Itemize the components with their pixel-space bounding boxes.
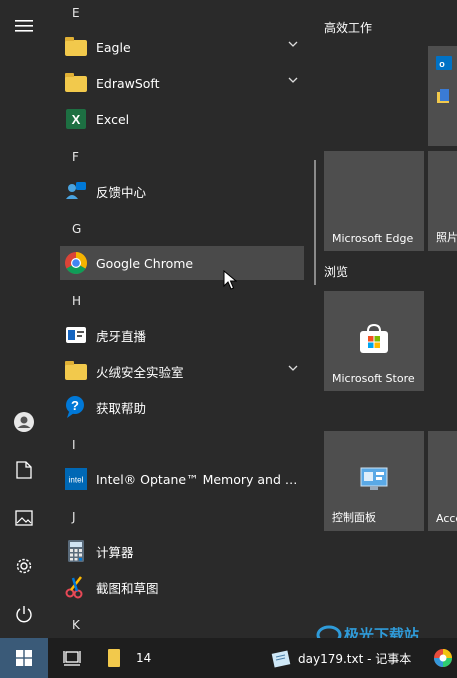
app-list: E Eagle EdrawSoft X Excel F 反馈中心 G Googl… [56,0,312,638]
svg-text:intel: intel [69,476,84,485]
windows-logo-icon [16,650,32,666]
app-item-label: 反馈中心 [96,184,147,200]
app-item-google-chrome[interactable]: Google Chrome [60,246,304,280]
tile-label: Acce [436,512,457,525]
app-item-label: 虎牙直播 [96,328,147,344]
documents-button[interactable] [8,454,40,486]
expand-menu-button[interactable] [8,10,40,42]
app-item-edrawsoft[interactable]: EdrawSoft [60,66,304,100]
taskbar: 14 day179.txt - 记事本 [0,638,457,678]
tile-office-apps[interactable]: o [428,46,457,146]
chevron-down-icon[interactable] [288,40,298,48]
app-item-label: Google Chrome [96,255,194,271]
app-item-label: 火绒安全实验室 [96,364,184,380]
gear-icon [16,558,32,574]
app-item-label: Eagle [96,39,131,55]
store-icon [360,323,388,353]
section-header-i[interactable]: I [72,438,76,452]
taskbar-notepad-button[interactable]: day179.txt - 记事本 [270,638,420,678]
app-item-eagle[interactable]: Eagle [60,30,304,64]
taskbar-folder-button[interactable]: 14 [108,638,156,678]
start-menu: E Eagle EdrawSoft X Excel F 反馈中心 G Googl… [0,0,457,638]
app-item-get-help[interactable]: ? 获取帮助 [60,390,304,424]
taskbar-colorful-app-button[interactable] [428,638,457,678]
account-button[interactable] [8,406,40,438]
tile-control-panel[interactable]: 控制面板 [324,431,424,531]
huya-icon [64,323,88,347]
app-item-label: 获取帮助 [96,400,147,416]
section-header-h[interactable]: H [72,294,81,308]
start-rail [0,0,48,638]
app-item-excel[interactable]: X Excel [60,102,304,136]
power-icon [16,606,32,623]
app-item-label: 计算器 [96,544,134,560]
color-wheel-icon [433,649,452,667]
document-icon [16,461,32,479]
start-button[interactable] [0,638,48,678]
section-header-f[interactable]: F [72,150,79,164]
app-item-label: Intel® Optane™ Memory and Stor... [96,471,304,487]
tile-photos[interactable]: 照片 [428,151,457,251]
tile-group-title-browse[interactable]: 浏览 [324,263,348,280]
section-header-g[interactable]: G [72,222,81,236]
app-item-huorong[interactable]: 火绒安全实验室 [60,354,304,388]
excel-icon: X [64,107,88,131]
tile-label: Microsoft Store [332,372,415,385]
file-explorer-icon [437,89,449,103]
section-header-k[interactable]: K [72,618,80,632]
tile-microsoft-store[interactable]: Microsoft Store [324,291,424,391]
svg-text:?: ? [71,398,79,413]
tile-label: 照片 [436,231,457,244]
app-item-label: EdrawSoft [96,75,160,91]
user-icon [14,412,34,432]
notepad-window-label: day179.txt - 记事本 [298,651,412,666]
chevron-down-icon[interactable] [288,364,298,372]
calculator-icon [64,539,88,563]
folder-icon [64,359,88,383]
power-button[interactable] [8,598,40,630]
app-item-label: 截图和草图 [96,580,159,596]
chevron-down-icon[interactable] [288,76,298,84]
app-item-huya[interactable]: 虎牙直播 [60,318,304,352]
folder-icon [64,35,88,59]
app-item-calculator[interactable]: 计算器 [60,534,304,568]
task-view-icon [63,651,81,666]
tile-label: 控制面板 [332,511,376,524]
app-item-feedback-hub[interactable]: 反馈中心 [60,174,304,208]
tile-accessories[interactable]: Acce [428,431,457,531]
app-item-snip-sketch[interactable]: 截图和草图 [60,570,304,604]
folder-count: 14 [136,651,152,665]
tile-label: Microsoft Edge [332,232,414,245]
app-item-intel-optane[interactable]: intel Intel® Optane™ Memory and Stor... [60,462,304,496]
app-list-scrollbar[interactable] [314,160,316,285]
mouse-cursor-icon [223,270,237,290]
feedback-hub-icon [64,179,88,203]
notepad-icon [271,650,291,668]
control-panel-icon [360,467,388,490]
get-help-icon: ? [64,395,88,419]
pictures-button[interactable] [8,502,40,534]
tile-group-title-productivity[interactable]: 高效工作 [324,19,372,36]
picture-icon [15,510,33,526]
app-item-label: Excel [96,111,130,127]
snip-sketch-icon [64,575,88,599]
tile-microsoft-edge[interactable]: Microsoft Edge [324,151,424,251]
svg-text:o: o [439,59,445,69]
chrome-icon [64,251,88,275]
intel-icon: intel [64,467,88,491]
hamburger-icon [15,20,33,32]
task-view-button[interactable] [56,638,88,678]
settings-button[interactable] [8,550,40,582]
outlook-icon: o [436,56,452,70]
folder-icon [64,71,88,95]
folder-icon [108,649,120,667]
section-header-j[interactable]: J [72,510,76,524]
svg-text:X: X [72,112,81,127]
section-header-e[interactable]: E [72,6,80,20]
